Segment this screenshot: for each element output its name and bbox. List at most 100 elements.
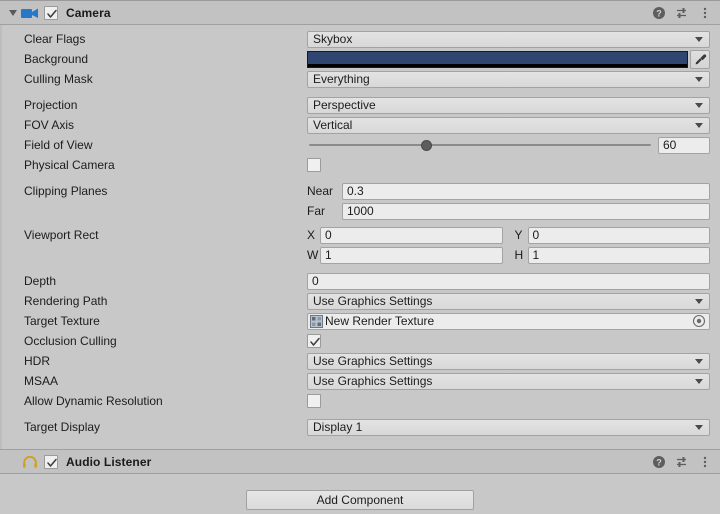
checkmark-icon xyxy=(47,9,57,18)
row-viewport-rect-xy: Viewport Rect X 0 Y 0 xyxy=(2,225,720,245)
field-of-view-input[interactable]: 60 xyxy=(658,136,710,154)
eyedropper-button[interactable] xyxy=(690,49,710,69)
audio-listener-header-actions: ? xyxy=(652,455,714,469)
camera-component-title: Camera xyxy=(66,5,111,20)
fov-axis-value: Vertical xyxy=(313,117,353,132)
add-component-label: Add Component xyxy=(316,493,404,507)
row-rendering-path: Rendering Path Use Graphics Settings xyxy=(2,291,720,311)
row-target-display: Target Display Display 1 xyxy=(2,417,720,437)
row-field-of-view: Field of View 60 xyxy=(2,135,720,155)
row-projection: Projection Perspective xyxy=(2,95,720,115)
row-hdr: HDR Use Graphics Settings xyxy=(2,351,720,371)
camera-foldout-toggle[interactable] xyxy=(6,6,19,19)
preset-icon[interactable] xyxy=(675,6,689,20)
add-component-button[interactable]: Add Component xyxy=(246,490,474,510)
target-display-value: Display 1 xyxy=(313,419,363,434)
camera-header-actions: ? xyxy=(652,6,714,20)
culling-mask-dropdown[interactable]: Everything xyxy=(307,70,710,88)
row-depth: Depth 0 xyxy=(2,271,720,291)
help-icon[interactable]: ? xyxy=(652,6,666,20)
target-texture-value: New Render Texture xyxy=(325,313,435,328)
label-viewport-y: Y xyxy=(514,228,523,242)
clear-flags-dropdown[interactable]: Skybox xyxy=(307,30,710,48)
svg-text:?: ? xyxy=(656,8,662,18)
label-target-display: Target Display xyxy=(24,420,101,434)
fov-axis-dropdown[interactable]: Vertical xyxy=(307,116,710,134)
help-icon[interactable]: ? xyxy=(652,455,666,469)
clipping-far-value: 1000 xyxy=(347,203,374,218)
row-target-texture: Target Texture New Render Texture xyxy=(2,311,720,331)
viewport-w-input[interactable]: 1 xyxy=(320,246,503,264)
rendering-path-dropdown[interactable]: Use Graphics Settings xyxy=(307,292,710,310)
row-msaa: MSAA Use Graphics Settings xyxy=(2,371,720,391)
label-viewport-h: H xyxy=(514,248,524,262)
viewport-y-input[interactable]: 0 xyxy=(527,226,710,244)
label-near: Near xyxy=(307,184,334,198)
label-target-texture: Target Texture xyxy=(24,314,100,328)
row-viewport-rect-wh: W 1 H 1 xyxy=(2,245,720,265)
chevron-down-icon xyxy=(695,122,703,128)
hdr-value: Use Graphics Settings xyxy=(313,353,433,368)
projection-dropdown[interactable]: Perspective xyxy=(307,96,710,114)
label-depth: Depth xyxy=(24,274,57,288)
footer-area: Add Component xyxy=(0,474,720,510)
label-occlusion-culling: Occlusion Culling xyxy=(24,334,117,348)
label-background: Background xyxy=(24,52,89,66)
clipping-far-input[interactable]: 1000 xyxy=(342,202,710,220)
object-picker-icon[interactable] xyxy=(692,314,706,328)
occlusion-culling-checkbox[interactable] xyxy=(307,334,321,348)
row-clipping-planes-near: Clipping Planes Near 0.3 xyxy=(2,181,720,201)
background-color-swatch xyxy=(308,51,687,64)
label-viewport-w: W xyxy=(307,248,319,262)
viewport-w-value: 1 xyxy=(325,247,332,262)
label-physical-camera: Physical Camera xyxy=(24,158,115,172)
background-color-field[interactable] xyxy=(307,50,688,68)
physical-camera-checkbox[interactable] xyxy=(307,158,321,172)
viewport-h-input[interactable]: 1 xyxy=(527,246,710,264)
depth-input[interactable]: 0 xyxy=(307,272,710,290)
depth-value: 0 xyxy=(312,273,319,288)
row-physical-camera: Physical Camera xyxy=(2,155,720,175)
row-allow-dynamic-resolution: Allow Dynamic Resolution xyxy=(2,391,720,411)
preset-icon[interactable] xyxy=(675,455,689,469)
field-of-view-slider[interactable] xyxy=(307,137,653,154)
inspector-panel: Camera ? Clear Flags Skybox Background C… xyxy=(0,0,720,514)
label-hdr: HDR xyxy=(24,354,50,368)
msaa-value: Use Graphics Settings xyxy=(313,373,433,388)
rendering-path-value: Use Graphics Settings xyxy=(313,293,433,308)
field-of-view-value: 60 xyxy=(663,137,677,152)
hdr-dropdown[interactable]: Use Graphics Settings xyxy=(307,352,710,370)
row-background: Background xyxy=(2,49,720,69)
row-culling-mask: Culling Mask Everything xyxy=(2,69,720,89)
clipping-near-input[interactable]: 0.3 xyxy=(342,182,710,200)
clipping-near-value: 0.3 xyxy=(347,183,364,198)
camera-enabled-checkbox[interactable] xyxy=(44,5,58,20)
audio-listener-component-title: Audio Listener xyxy=(66,454,152,469)
viewport-x-input[interactable]: 0 xyxy=(320,226,503,244)
label-far: Far xyxy=(307,204,325,218)
allow-dynamic-resolution-checkbox[interactable] xyxy=(307,394,321,408)
kebab-menu-icon[interactable] xyxy=(698,6,712,20)
camera-component-header[interactable]: Camera ? xyxy=(0,0,720,25)
target-display-dropdown[interactable]: Display 1 xyxy=(307,418,710,436)
viewport-y-value: 0 xyxy=(532,227,540,242)
culling-mask-value: Everything xyxy=(313,71,370,86)
label-allow-dynamic-resolution: Allow Dynamic Resolution xyxy=(24,394,163,408)
label-rendering-path: Rendering Path xyxy=(24,294,108,308)
audio-listener-component-header[interactable]: Audio Listener ? xyxy=(0,449,720,474)
row-occlusion-culling: Occlusion Culling xyxy=(2,331,720,351)
label-clipping-planes: Clipping Planes xyxy=(24,184,108,198)
label-clear-flags: Clear Flags xyxy=(24,32,86,46)
label-viewport-rect: Viewport Rect xyxy=(24,228,99,242)
chevron-down-icon xyxy=(695,36,703,42)
slider-handle[interactable] xyxy=(421,139,433,151)
msaa-dropdown[interactable]: Use Graphics Settings xyxy=(307,372,710,390)
camera-component-body: Clear Flags Skybox Background Culling Ma… xyxy=(0,25,720,449)
background-alpha-bar xyxy=(308,63,687,67)
chevron-down-icon xyxy=(695,358,703,364)
kebab-menu-icon[interactable] xyxy=(698,455,712,469)
target-texture-object-field[interactable]: New Render Texture xyxy=(307,312,710,330)
audio-listener-enabled-checkbox[interactable] xyxy=(44,454,58,469)
projection-value: Perspective xyxy=(313,97,376,112)
camera-icon xyxy=(21,5,39,21)
